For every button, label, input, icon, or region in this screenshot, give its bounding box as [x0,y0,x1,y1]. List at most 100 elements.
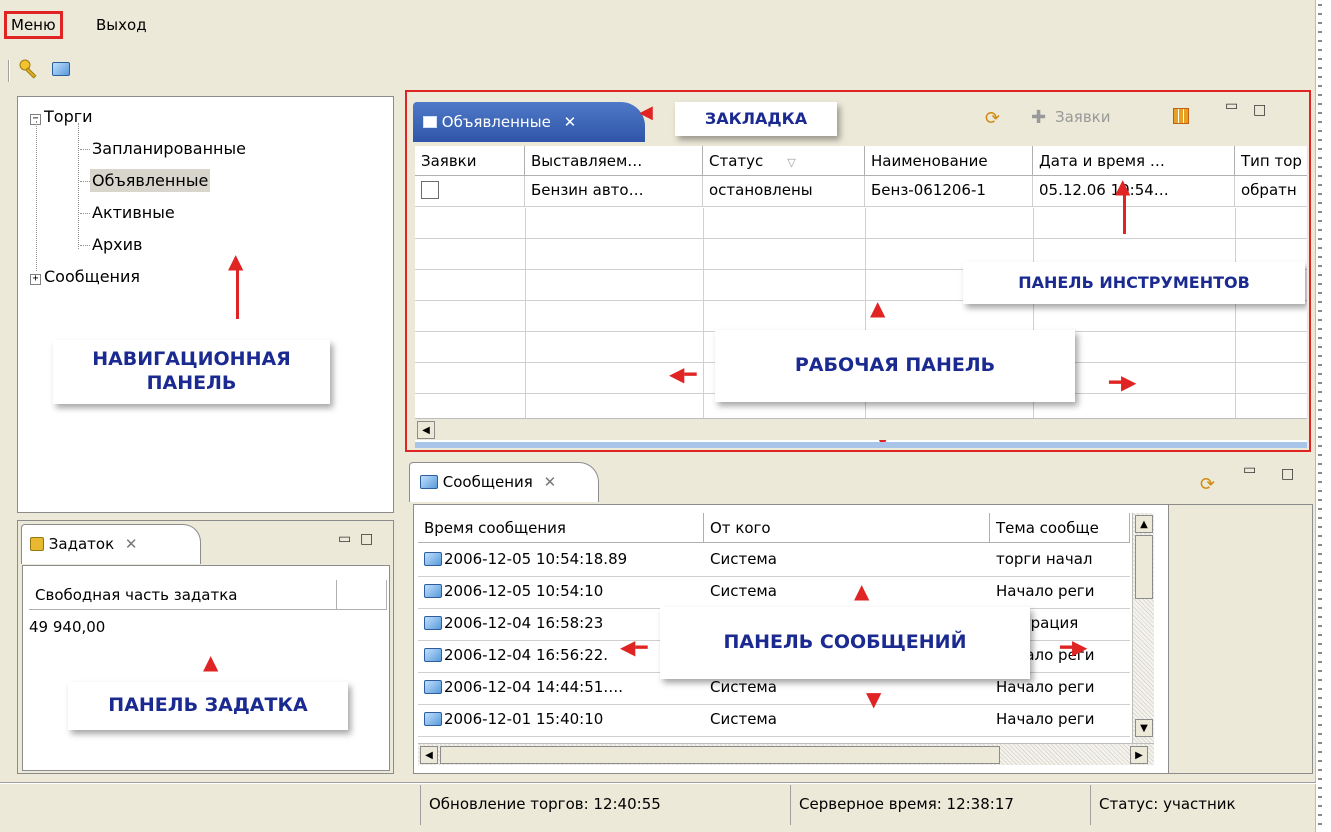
tree-item-announced[interactable]: Объявленные [90,169,211,192]
tree-item-active[interactable]: Активные [92,203,175,222]
table-cell[interactable]: Бенз-061206-1 [865,176,1033,207]
messages-table: Время сообщения От кого Тема сообще 2006… [413,504,1313,774]
tree-item-archive[interactable]: Архив [92,235,142,254]
tree-line [80,213,90,214]
key-icon[interactable] [16,56,42,82]
scroll-left-icon[interactable]: ◀ [417,421,435,439]
column-header[interactable]: От кого [704,513,990,543]
message-from-cell[interactable]: Система [704,577,990,609]
grid-line [525,208,526,418]
announced-panel: Объявленные ✕ ◀ ЗАКЛАДКА ⟳ ✚ Заявки ▭ □ … [405,90,1311,452]
scroll-up-icon[interactable]: ▲ [1135,515,1153,533]
arrow-left-icon: ◀━ [620,635,648,659]
message-time-cell[interactable]: 2006-12-01 15:40:10 [418,705,704,737]
announced-table: Заявки Выставляем… Статус ▽ Наименование … [415,146,1307,442]
arrow-left-icon: ◀━ [669,362,697,386]
expand-icon[interactable]: + [30,274,41,285]
bids-button[interactable]: Заявки [1055,108,1110,126]
table-icon [423,116,437,128]
arrow-left-icon: ◀ [639,102,653,123]
arrow-up-icon: ▲ [1115,174,1131,198]
envelope-icon [424,616,442,630]
column-header[interactable]: Свободная часть задатка [29,580,337,610]
table-cell[interactable]: Бензин авто… [525,176,703,207]
table-cell[interactable]: остановлены [703,176,865,207]
panel-border [415,442,1307,448]
message-time-cell[interactable]: 2006-12-05 10:54:10 [418,577,704,609]
cell-text: Система [710,710,777,728]
tab-announced[interactable]: Объявленные ✕ [413,102,645,142]
envelope-icon[interactable] [48,56,74,82]
envelope-icon [420,475,438,489]
column-header-empty[interactable] [337,580,387,610]
maximize-icon[interactable]: □ [1253,102,1266,118]
close-icon[interactable]: ✕ [544,473,557,491]
message-from-cell[interactable]: Система [704,545,990,577]
column-header[interactable]: Наименование [865,146,1033,176]
column-header[interactable]: Выставляем… [525,146,703,176]
add-icon[interactable]: ✚ [1031,107,1046,128]
refresh-icon[interactable]: ⟳ [1200,474,1215,495]
column-header[interactable]: Тема сообще [990,513,1130,543]
coins-icon [30,537,44,551]
callout-messages: ПАНЕЛЬ СООБЩЕНИЙ [660,607,1030,679]
status-divider [0,782,1316,784]
deposit-value: 49 940,00 [29,618,106,636]
close-icon[interactable]: ✕ [125,535,138,553]
tree-label: Торги [44,107,93,126]
column-header[interactable]: Дата и время … [1033,146,1235,176]
tab-label: Объявленные [441,113,551,131]
tree-line [80,245,90,246]
cell-text: Система [710,582,777,600]
tree-line [78,123,79,249]
tree-item-planned[interactable]: Запланированные [92,139,246,158]
close-icon[interactable]: ✕ [564,113,577,131]
columns-icon[interactable] [1173,108,1189,124]
announced-tab-bar: Объявленные ✕ ◀ ЗАКЛАДКА ⟳ ✚ Заявки ▭ □ [407,92,1309,144]
scroll-left-icon[interactable]: ◀ [420,746,438,764]
maximize-icon[interactable]: □ [1281,466,1294,482]
envelope-icon [424,552,442,566]
column-header-status[interactable]: Статус ▽ [703,146,865,176]
table-cell[interactable]: 05.12.06 10:54… [1033,176,1235,207]
arrow-right-icon: ━▶ [1060,635,1088,659]
horizontal-scrollbar[interactable]: ◀ ▶ [418,743,1154,765]
message-subject-cell[interactable]: Начало реги [990,705,1130,737]
deposit-table: Свободная часть задатка 49 940,00 ▲ ПАНЕ… [22,565,390,771]
scroll-thumb[interactable] [440,746,1000,764]
horizontal-scrollbar[interactable]: ◀ [415,418,1307,440]
vertical-scrollbar[interactable]: ▲ ▼ [1132,513,1154,743]
deposit-panel: Задаток ✕ ▭ □ Свободная часть задатка 49… [17,520,394,774]
minimize-icon[interactable]: ▭ [338,531,351,547]
tree-node-torgi[interactable]: − Торги [30,107,93,126]
column-header[interactable]: Время сообщения [418,513,704,543]
scroll-down-icon[interactable]: ▼ [1135,719,1153,737]
checkbox[interactable] [421,181,439,199]
message-subject-cell[interactable]: торги начал [990,545,1130,577]
tree-node-messages[interactable]: + Сообщения [30,267,140,286]
message-from-cell[interactable]: Система [704,705,990,737]
maximize-icon[interactable]: □ [360,531,373,547]
cell-text: Система [710,678,777,696]
menu-item-menu[interactable]: Меню [4,11,63,39]
scroll-right-icon[interactable]: ▶ [1130,746,1148,764]
cell-text: Система [710,550,777,568]
refresh-icon[interactable]: ⟳ [985,108,1000,129]
minimize-icon[interactable]: ▭ [1243,462,1256,478]
messages-panel: Сообщения ✕ ⟳ ▭ □ Время сообщения От ког… [405,458,1315,776]
menu-item-exit[interactable]: Выход [92,14,151,36]
scroll-thumb[interactable] [1135,535,1153,599]
tree-line [80,181,90,182]
cell-text: торги начал [996,550,1093,568]
message-subject-cell[interactable]: Начало реги [990,577,1130,609]
cell-text: Начало реги [996,582,1095,600]
column-header[interactable]: Тип тор [1235,146,1307,176]
message-time-cell[interactable]: 2006-12-05 10:54:18.89 [418,545,704,577]
tab-messages[interactable]: Сообщения ✕ [409,462,599,502]
grid-line [1235,208,1236,418]
table-cell[interactable]: обратн [1235,176,1307,207]
tab-deposit[interactable]: Задаток ✕ [21,524,201,564]
column-header[interactable]: Заявки [415,146,525,176]
envelope-icon [424,584,442,598]
minimize-icon[interactable]: ▭ [1225,98,1238,114]
